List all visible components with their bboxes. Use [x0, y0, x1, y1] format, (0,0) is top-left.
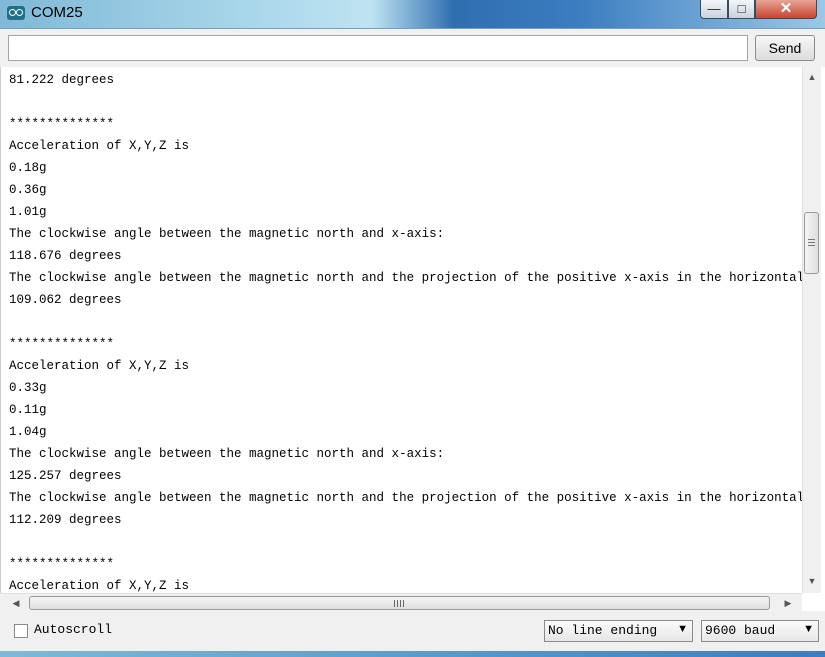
maximize-button[interactable]: □	[728, 0, 755, 19]
output-line: 81.222 degrees	[9, 73, 115, 87]
serial-input[interactable]	[8, 35, 748, 61]
arduino-icon	[7, 6, 25, 20]
output-line: 0.33g	[9, 381, 47, 395]
line-ending-value: No line ending	[548, 623, 658, 638]
output-line: 118.676 degrees	[9, 249, 122, 263]
output-line: 1.04g	[9, 425, 47, 439]
baud-rate-select[interactable]: 9600 baud ▼	[701, 620, 819, 642]
output-line: **************	[9, 117, 115, 131]
scroll-left-arrow-icon[interactable]: ◀	[8, 594, 24, 612]
output-line: Acceleration of X,Y,Z is	[9, 579, 190, 593]
output-line: **************	[9, 557, 115, 571]
output-line: 0.18g	[9, 161, 47, 175]
chevron-down-icon: ▼	[677, 623, 688, 635]
output-line: 0.11g	[9, 403, 47, 417]
send-button[interactable]: Send	[755, 35, 815, 61]
autoscroll-label: Autoscroll	[34, 622, 113, 637]
output-line: The clockwise angle between the magnetic…	[9, 271, 803, 285]
output-line: Acceleration of X,Y,Z is	[9, 139, 190, 153]
output-line: The clockwise angle between the magnetic…	[9, 227, 445, 241]
output-line: 109.062 degrees	[9, 293, 122, 307]
chevron-down-icon: ▼	[803, 623, 814, 635]
scroll-up-arrow-icon[interactable]: ▲	[803, 69, 821, 85]
horizontal-scrollbar[interactable]: ◀ ▶	[0, 593, 802, 612]
scroll-right-arrow-icon[interactable]: ▶	[780, 594, 796, 612]
send-toolbar: Send	[0, 29, 825, 67]
output-line: 125.257 degrees	[9, 469, 122, 483]
scroll-down-arrow-icon[interactable]: ▼	[803, 573, 821, 589]
status-bar: Autoscroll No line ending ▼ 9600 baud ▼	[0, 611, 825, 651]
output-line: **************	[9, 337, 115, 351]
line-ending-select[interactable]: No line ending ▼	[544, 620, 693, 642]
autoscroll-checkbox[interactable]	[14, 624, 28, 638]
output-line: 1.01g	[9, 205, 47, 219]
vertical-scroll-thumb[interactable]	[804, 212, 819, 274]
window-bottom-border	[0, 651, 825, 657]
title-bar: COM25 — □ ✕	[0, 0, 825, 29]
output-line: The clockwise angle between the magnetic…	[9, 447, 445, 461]
serial-output[interactable]: 81.222 degrees ************** Acceleration…	[0, 67, 803, 593]
baud-rate-value: 9600 baud	[705, 623, 776, 638]
minimize-button[interactable]: —	[700, 0, 728, 19]
output-line: 0.36g	[9, 183, 47, 197]
output-line: The clockwise angle between the magnetic…	[9, 491, 803, 505]
vertical-scrollbar[interactable]: ▲ ▼	[802, 67, 821, 593]
output-line: 112.209 degrees	[9, 513, 122, 527]
close-button[interactable]: ✕	[755, 0, 817, 19]
output-line: Acceleration of X,Y,Z is	[9, 359, 190, 373]
horizontal-scroll-thumb[interactable]	[29, 596, 770, 610]
window-title: COM25	[31, 4, 83, 21]
